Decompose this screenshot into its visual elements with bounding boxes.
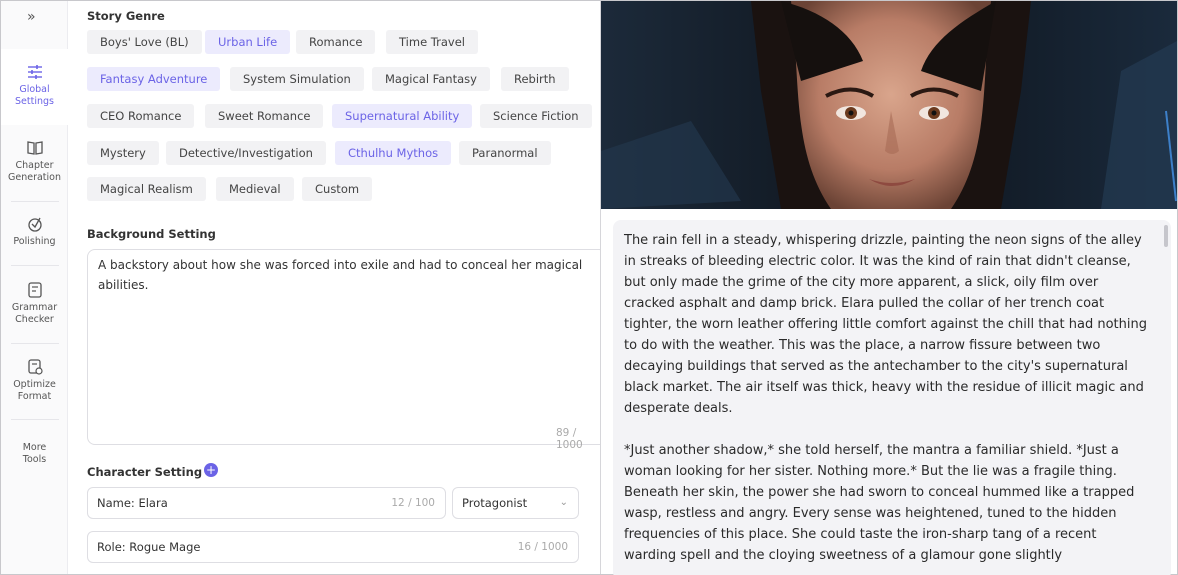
story-scrollbar[interactable] bbox=[1164, 225, 1168, 247]
sidebar-item-optimize-format[interactable]: Optimize Format bbox=[1, 358, 68, 403]
genre-chip[interactable]: Science Fiction bbox=[480, 104, 592, 128]
genre-chip[interactable]: Magical Realism bbox=[87, 177, 206, 201]
background-setting-title: Background Setting bbox=[87, 227, 216, 241]
story-output[interactable]: The rain fell in a steady, whispering dr… bbox=[613, 220, 1171, 575]
format-icon bbox=[27, 359, 43, 375]
sidebar-item-label: Grammar bbox=[11, 302, 58, 313]
background-counter: 89 / 1000 bbox=[556, 427, 583, 451]
magic-icon bbox=[27, 217, 42, 232]
role-select-value: Protagonist bbox=[462, 496, 528, 510]
genre-chip[interactable]: Rebirth bbox=[501, 67, 569, 91]
genre-chip[interactable]: System Simulation bbox=[230, 67, 364, 91]
background-text: A backstory about how she was forced int… bbox=[98, 258, 583, 292]
genre-chip[interactable]: Magical Fantasy bbox=[372, 67, 490, 91]
genre-chip[interactable]: Fantasy Adventure bbox=[87, 67, 221, 91]
sidebar: » Global Settings Chapter Generation Pol… bbox=[1, 1, 68, 574]
sidebar-item-label: Settings bbox=[15, 96, 54, 107]
character-role-value: Role: Rogue Mage bbox=[97, 540, 201, 554]
sidebar-item-label: Generation bbox=[8, 172, 61, 183]
sidebar-item-label: Polishing bbox=[13, 236, 56, 247]
document-check-icon bbox=[27, 282, 42, 298]
divider bbox=[11, 419, 59, 420]
sidebar-item-label: Global bbox=[19, 84, 50, 95]
portrait-illustration bbox=[601, 1, 1177, 209]
character-name-value: Name: Elara bbox=[97, 496, 168, 510]
genre-chip[interactable]: Urban Life bbox=[205, 30, 291, 54]
genre-chip[interactable]: Paranormal bbox=[459, 141, 551, 165]
sidebar-item-label: Checker bbox=[15, 314, 54, 325]
sidebar-item-label: Optimize bbox=[13, 379, 56, 390]
genre-chip[interactable]: Supernatural Ability bbox=[332, 104, 473, 128]
collapse-sidebar-icon[interactable]: » bbox=[27, 9, 36, 25]
sidebar-item-label: Format bbox=[17, 391, 52, 402]
role-select[interactable]: Protagonist ⌄ bbox=[452, 487, 579, 519]
character-name-field[interactable]: Name: Elara 12 / 100 bbox=[87, 487, 446, 519]
character-setting-title: Character Setting bbox=[87, 465, 203, 479]
name-counter: 12 / 100 bbox=[391, 497, 435, 509]
genre-chip[interactable]: CEO Romance bbox=[87, 104, 195, 128]
sidebar-item-polishing[interactable]: Polishing bbox=[1, 215, 68, 248]
genre-chip[interactable]: Sweet Romance bbox=[205, 104, 324, 128]
book-icon bbox=[26, 141, 43, 155]
sliders-icon bbox=[27, 65, 42, 79]
genre-chip[interactable]: Mystery bbox=[87, 141, 159, 165]
sidebar-item-global-settings[interactable]: Global Settings bbox=[1, 49, 68, 125]
sidebar-item-label: Tools bbox=[22, 454, 47, 465]
role-counter: 16 / 1000 bbox=[517, 541, 568, 553]
background-textarea[interactable]: A backstory about how she was forced int… bbox=[87, 249, 600, 445]
genre-chip[interactable]: Boys' Love (BL) bbox=[87, 30, 202, 54]
sidebar-item-chapter-generation[interactable]: Chapter Generation bbox=[1, 139, 68, 184]
sidebar-item-label: More bbox=[22, 442, 47, 453]
character-portrait-image bbox=[601, 1, 1177, 209]
genre-chip[interactable]: Medieval bbox=[216, 177, 294, 201]
story-paragraph: The rain fell in a steady, whispering dr… bbox=[624, 233, 1147, 416]
divider bbox=[11, 343, 59, 344]
chevron-down-icon: ⌄ bbox=[559, 497, 568, 508]
genre-chip[interactable]: Custom bbox=[302, 177, 373, 201]
sidebar-item-label: Chapter bbox=[15, 160, 54, 171]
sidebar-item-more-tools[interactable]: More Tools bbox=[1, 442, 68, 466]
story-paragraph: *Just another shadow,* she told herself,… bbox=[624, 443, 1135, 563]
sidebar-item-grammar-checker[interactable]: Grammar Checker bbox=[1, 281, 68, 326]
story-genre-title: Story Genre bbox=[87, 9, 165, 23]
settings-panel: Story Genre Boys' Love (BL) Urban Life R… bbox=[68, 1, 600, 574]
genre-chip[interactable]: Cthulhu Mythos bbox=[335, 141, 452, 165]
divider bbox=[11, 265, 59, 266]
add-character-icon[interactable]: + bbox=[204, 463, 218, 477]
genre-chip[interactable]: Romance bbox=[296, 30, 376, 54]
divider bbox=[11, 201, 59, 202]
genre-chip[interactable]: Detective/Investigation bbox=[166, 141, 326, 165]
genre-chip[interactable]: Time Travel bbox=[386, 30, 478, 54]
character-role-field[interactable]: Role: Rogue Mage 16 / 1000 bbox=[87, 531, 579, 563]
